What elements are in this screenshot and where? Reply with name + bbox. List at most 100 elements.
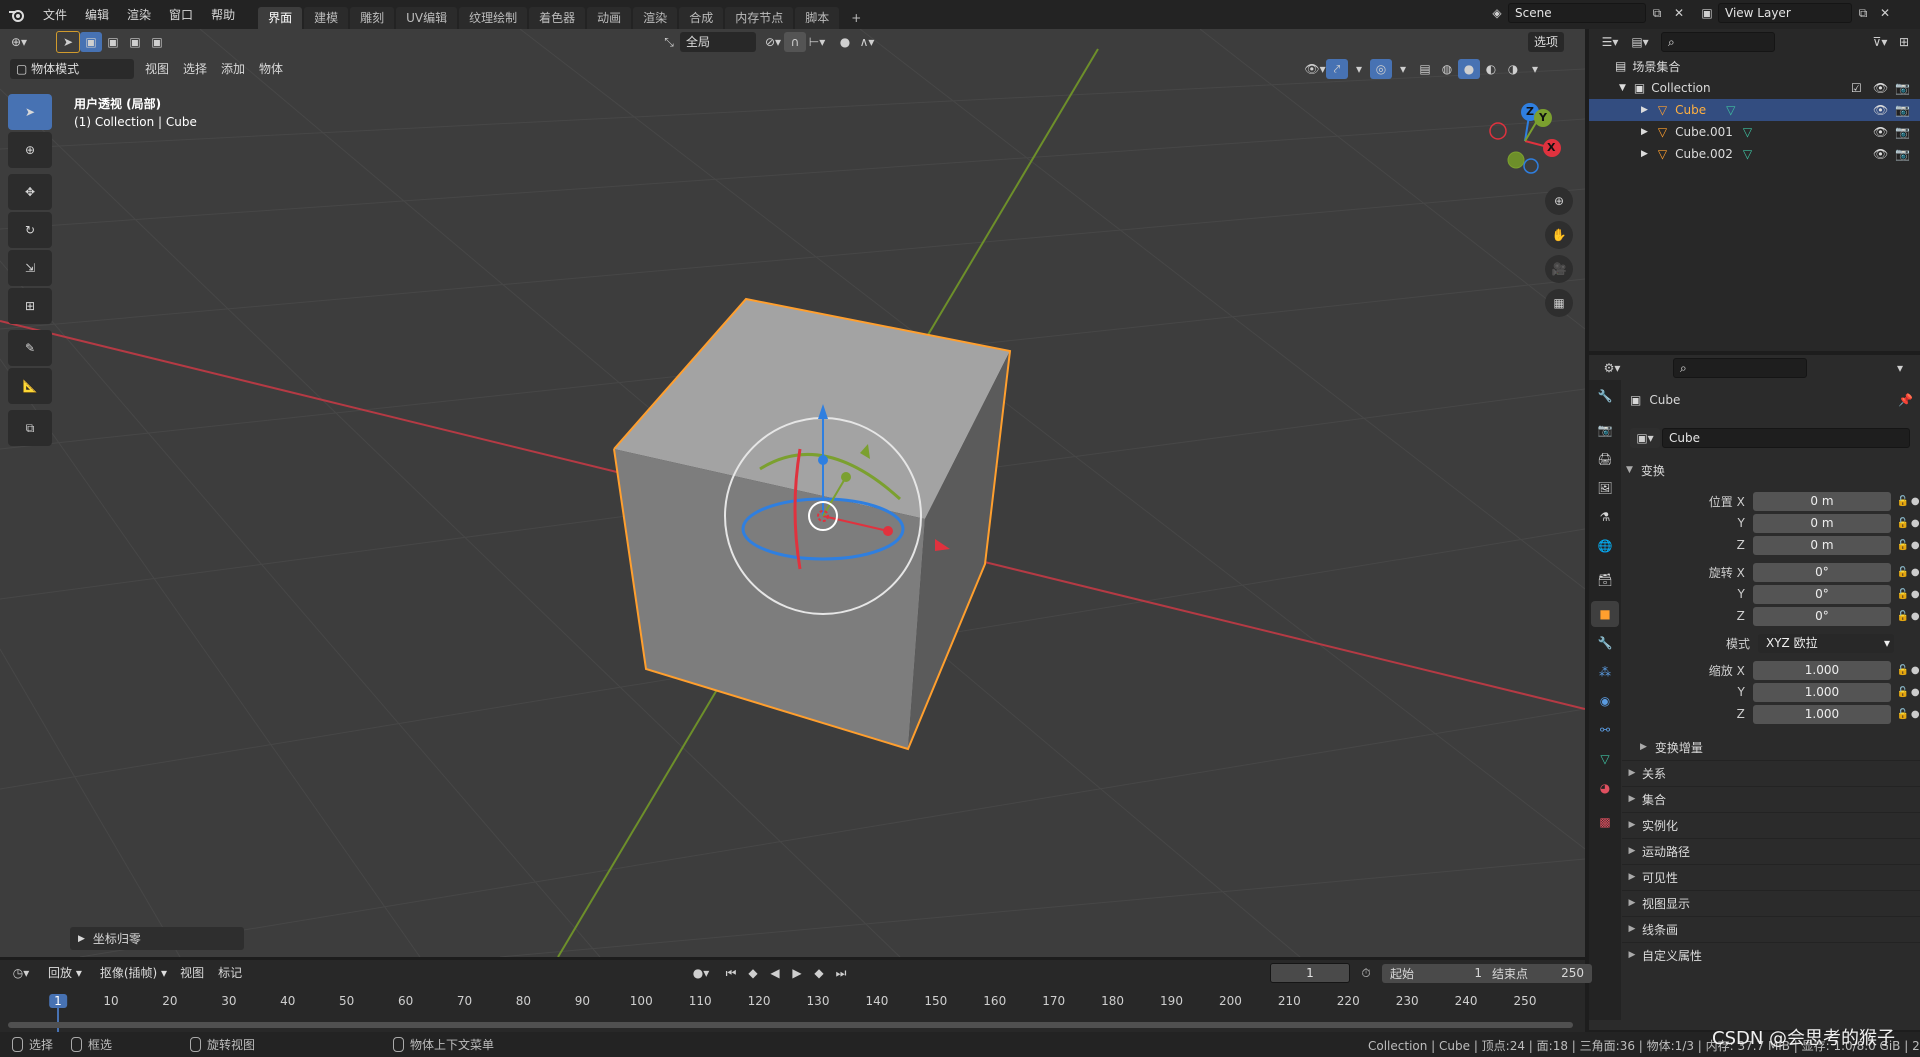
tab-geometry-nodes[interactable]: 内存节点	[725, 7, 794, 29]
add-workspace-button[interactable]: +	[841, 7, 871, 29]
rotation-x-field[interactable]: 0°	[1752, 562, 1892, 582]
keyframe-dot-icon[interactable]: ●	[1910, 589, 1920, 600]
grid-toggle-icon[interactable]: ▦	[1545, 289, 1573, 317]
panel-visibility[interactable]: ▶ 可见性	[1622, 864, 1920, 889]
keyframe-dot-icon[interactable]: ●	[1910, 665, 1920, 676]
rotation-y-field[interactable]: 0°	[1752, 584, 1892, 604]
outliner-row-cube[interactable]: ▶ ▽ Cube ▽ 👁 📷	[1589, 99, 1920, 121]
view-layer-tab-icon[interactable]: 🖼	[1591, 475, 1619, 501]
texture-tab-icon[interactable]: ▩	[1591, 809, 1619, 835]
outliner-row-cube-001[interactable]: ▶ ▽ Cube.001 ▽ 👁 📷	[1589, 121, 1920, 143]
eye-icon[interactable]: 👁	[1873, 125, 1888, 139]
gizmo-toggle-icon[interactable]: ⤤	[1326, 59, 1348, 79]
object-name-field[interactable]: Cube	[1662, 428, 1910, 448]
new-scene-icon[interactable]: ⧉	[1646, 3, 1668, 23]
constraints-tab-icon[interactable]: ⚯	[1591, 717, 1619, 743]
tab-compositing[interactable]: 合成	[679, 7, 724, 29]
zoom-icon[interactable]: ⊕	[1545, 187, 1573, 215]
keyframe-dot-icon[interactable]: ●	[1910, 611, 1920, 622]
proportional-edit-icon[interactable]: ●	[834, 32, 856, 52]
panel-viewport-display[interactable]: ▶ 视图显示	[1622, 890, 1920, 915]
mode-dropdown[interactable]: ▢ 物体模式	[10, 59, 134, 79]
tool-tab-icon[interactable]: 🔧	[1591, 383, 1619, 409]
location-x-field[interactable]: 0 m	[1752, 491, 1892, 511]
keyframe-dot-icon[interactable]: ●	[1910, 496, 1920, 507]
panel-line-art[interactable]: ▶ 线条画	[1622, 916, 1920, 941]
lock-icon[interactable]: 🔓	[1895, 589, 1910, 600]
rotation-mode-dropdown[interactable]: XYZ 欧拉 ▾	[1758, 633, 1894, 653]
pin-icon[interactable]: 📌	[1898, 393, 1913, 407]
lock-icon[interactable]: 🔓	[1895, 540, 1910, 551]
falloff-icon[interactable]: ∧▾	[856, 32, 878, 52]
tab-scripting[interactable]: 脚本	[795, 7, 840, 29]
annotate-tool-icon[interactable]: ✎	[8, 330, 52, 366]
select-intersect-icon[interactable]: ▣	[146, 32, 168, 52]
render-tab-icon[interactable]: 📷	[1591, 417, 1619, 443]
rendered-shading-icon[interactable]: ◑	[1502, 59, 1524, 79]
navigation-gizmo[interactable]: X Z Y	[1480, 96, 1570, 186]
snap-icon[interactable]: ∩	[784, 32, 806, 52]
panel-custom-properties[interactable]: ▶ 自定义属性	[1622, 942, 1920, 967]
location-z-field[interactable]: 0 m	[1752, 535, 1892, 555]
select-box-tool-icon[interactable]: ➤	[8, 94, 52, 130]
outliner-editor-icon[interactable]: ☰▾	[1599, 32, 1621, 52]
rotation-z-field[interactable]: 0°	[1752, 606, 1892, 626]
eye-icon[interactable]: 👁	[1873, 81, 1888, 95]
new-view-layer-icon[interactable]: ⧉	[1852, 3, 1874, 23]
menu-help[interactable]: 帮助	[202, 4, 244, 26]
wireframe-shading-icon[interactable]: ◍	[1436, 59, 1458, 79]
eye-icon[interactable]: 👁	[1873, 103, 1888, 117]
camera-render-icon[interactable]: 📷	[1895, 103, 1910, 117]
menu-view[interactable]: 视图	[138, 59, 176, 79]
camera-render-icon[interactable]: 📷	[1895, 81, 1910, 95]
scene-tab-icon[interactable]: ⚗	[1591, 504, 1619, 530]
collection-row[interactable]: ▼ ▣ Collection ☑ 👁 📷	[1589, 77, 1920, 99]
measure-tool-icon[interactable]: 📐	[8, 368, 52, 404]
display-mode-icon[interactable]: ▤▾	[1629, 32, 1651, 52]
lock-icon[interactable]: 🔓	[1895, 611, 1910, 622]
shading-dropdown-icon[interactable]: ▾	[1524, 59, 1546, 79]
pivot-icon[interactable]: ⊘▾	[762, 32, 784, 52]
view-layer-field[interactable]: View Layer	[1718, 3, 1852, 23]
menu-render[interactable]: 渲染	[118, 4, 160, 26]
tab-modeling[interactable]: 建模	[304, 7, 349, 29]
menu-select[interactable]: 选择	[176, 59, 214, 79]
material-shading-icon[interactable]: ◐	[1480, 59, 1502, 79]
transform-panel-header[interactable]: ▼ 变换	[1626, 460, 1916, 480]
new-collection-icon[interactable]: ⊞	[1893, 32, 1915, 52]
gizmo-dropdown-icon[interactable]: ▾	[1348, 59, 1370, 79]
particles-tab-icon[interactable]: ⁂	[1591, 659, 1619, 685]
lock-icon[interactable]: 🔓	[1895, 665, 1910, 676]
editor-type-icon[interactable]: ⊕▾	[8, 32, 30, 52]
tab-animation[interactable]: 动画	[587, 7, 632, 29]
properties-editor-icon[interactable]: ⚙▾	[1601, 358, 1623, 378]
last-operator-panel[interactable]: ▶ 坐标归零	[70, 927, 244, 950]
scene-field[interactable]: Scene	[1508, 3, 1646, 23]
select-tool-icon[interactable]: ➤	[56, 31, 80, 53]
orientation-dropdown[interactable]: 全局	[680, 32, 756, 52]
panel-instancing[interactable]: ▶ 实例化	[1622, 812, 1920, 837]
chevron-down-icon[interactable]: ▾	[1889, 358, 1911, 378]
delta-transform-subpanel[interactable]: ▶ 变换增量	[1640, 737, 1703, 757]
scale-z-field[interactable]: 1.000	[1752, 704, 1892, 724]
tab-sculpting[interactable]: 雕刻	[350, 7, 395, 29]
blender-logo-icon[interactable]	[0, 7, 34, 23]
checkbox-icon[interactable]: ☑	[1851, 81, 1862, 95]
scene-icon[interactable]: ◈	[1486, 3, 1508, 23]
tab-rendering[interactable]: 渲染	[633, 7, 678, 29]
pan-hand-icon[interactable]: ✋	[1545, 221, 1573, 249]
overlay-dropdown-icon[interactable]: ▾	[1392, 59, 1414, 79]
add-cube-tool-icon[interactable]: ⧉	[8, 410, 52, 446]
visibility-icon[interactable]: 👁▾	[1304, 59, 1326, 79]
physics-tab-icon[interactable]: ◉	[1591, 688, 1619, 714]
outliner-row-cube-002[interactable]: ▶ ▽ Cube.002 ▽ 👁 📷	[1589, 143, 1920, 165]
keyframe-dot-icon[interactable]: ●	[1910, 709, 1920, 720]
transform-tool-icon[interactable]: ⊞	[8, 288, 52, 324]
scale-y-field[interactable]: 1.000	[1752, 682, 1892, 702]
menu-object[interactable]: 物体	[252, 59, 290, 79]
3d-viewport[interactable]	[0, 29, 1585, 957]
tab-uv-editing[interactable]: UV编辑	[396, 7, 458, 29]
keyframe-dot-icon[interactable]: ●	[1910, 687, 1920, 698]
location-y-field[interactable]: 0 m	[1752, 513, 1892, 533]
menu-add[interactable]: 添加	[214, 59, 252, 79]
